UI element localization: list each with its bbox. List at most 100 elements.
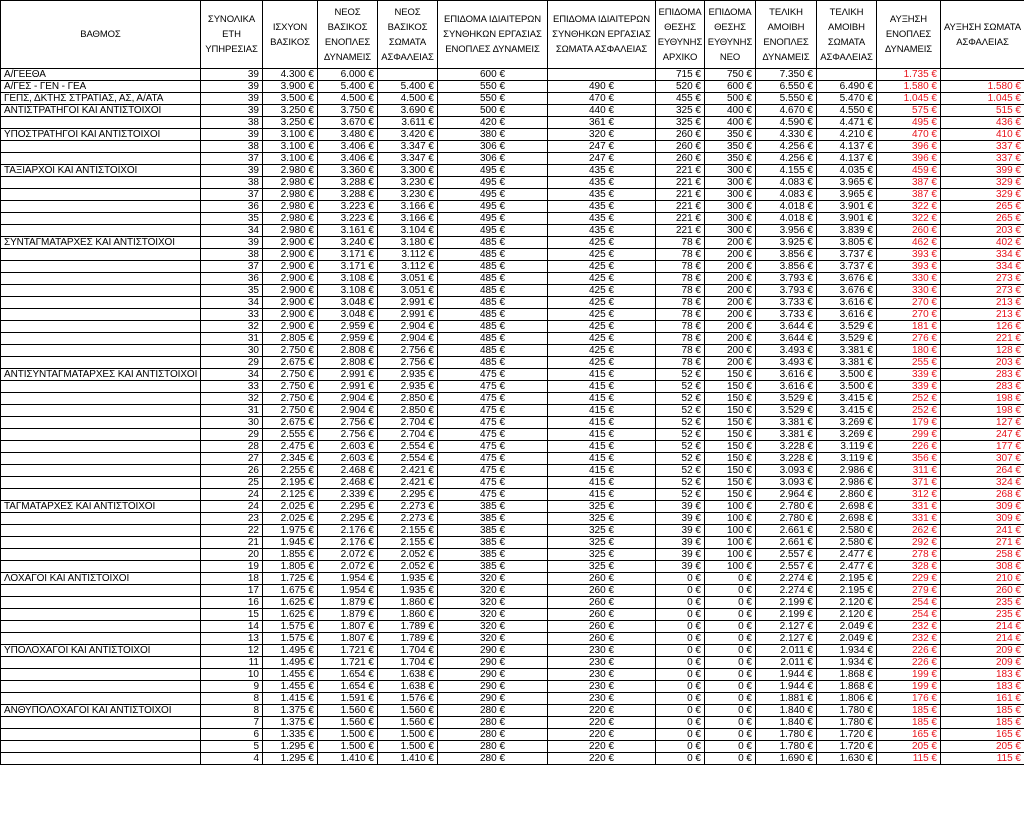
cell-special-conditions-armed-forces: 385 € [437,560,548,573]
cell-current-basic: 1.625 € [262,596,318,609]
cell-final-pay-security-corps: 3.616 € [816,296,877,309]
cell-current-basic: 1.455 € [262,680,318,693]
cell-position-allowance-new: 200 € [704,272,756,285]
cell-increase-armed-forces: 255 € [876,356,941,369]
cell-total-years: 39 [200,164,263,177]
cell-special-conditions-armed-forces: 280 € [437,752,548,765]
cell-position-allowance-new: 200 € [704,284,756,297]
cell-grade [0,692,201,705]
cell-increase-armed-forces: 185 € [876,716,941,729]
cell-position-allowance-initial: 260 € [655,128,705,141]
cell-increase-armed-forces: 252 € [876,404,941,417]
cell-increase-security-corps: 410 € [940,128,1024,141]
cell-total-years: 6 [200,728,263,741]
cell-special-conditions-security-corps: 325 € [547,524,656,537]
cell-final-pay-security-corps: 1.806 € [816,692,877,705]
cell-new-basic-security-corps: 1.935 € [377,584,438,597]
cell-new-basic-security-corps: 3.230 € [377,176,438,189]
cell-special-conditions-security-corps: 415 € [547,464,656,477]
cell-special-conditions-security-corps: 435 € [547,176,656,189]
cell-special-conditions-security-corps: 435 € [547,224,656,237]
cell-final-pay-armed-forces: 3.381 € [755,428,817,441]
cell-position-allowance-initial: 0 € [655,572,705,585]
cell-final-pay-armed-forces: 3.529 € [755,392,817,405]
table-row: 34 2.980 €3.161 €3.104 €495 €435 €221 €30… [0,224,1024,237]
table-row: 31 2.805 €2.959 €2.904 €485 €425 €78 €200… [0,332,1024,345]
cell-final-pay-armed-forces: 2.661 € [755,524,817,537]
table-row: 24 2.125 €2.339 €2.295 €475 €415 €52 €150… [0,488,1024,501]
cell-new-basic-armed-forces: 3.240 € [317,236,378,249]
cell-position-allowance-initial: 78 € [655,284,705,297]
cell-position-allowance-initial: 52 € [655,404,705,417]
cell-position-allowance-initial: 0 € [655,668,705,681]
cell-total-years: 38 [200,248,263,261]
cell-special-conditions-security-corps: 435 € [547,188,656,201]
cell-final-pay-armed-forces: 2.274 € [755,584,817,597]
cell-increase-security-corps: 273 € [940,284,1024,297]
cell-position-allowance-new: 200 € [704,236,756,249]
cell-total-years: 15 [200,608,263,621]
cell-increase-armed-forces: 393 € [876,260,941,273]
cell-increase-armed-forces: 232 € [876,620,941,633]
cell-increase-armed-forces: 575 € [876,104,941,117]
cell-increase-armed-forces: 1.045 € [876,92,941,105]
cell-total-years: 27 [200,452,263,465]
cell-total-years: 30 [200,344,263,357]
cell-grade: Α/ΓΕΕΘΑ [0,68,201,81]
cell-special-conditions-armed-forces: 385 € [437,512,548,525]
cell-special-conditions-armed-forces: 320 € [437,632,548,645]
cell-grade [0,728,201,741]
cell-position-allowance-new: 300 € [704,212,756,225]
cell-current-basic: 1.295 € [262,740,318,753]
cell-final-pay-security-corps: 3.737 € [816,260,877,273]
cell-final-pay-security-corps: 3.901 € [816,200,877,213]
cell-total-years: 12 [200,644,263,657]
cell-final-pay-security-corps: 3.415 € [816,404,877,417]
cell-current-basic: 2.750 € [262,380,318,393]
cell-special-conditions-armed-forces: 485 € [437,272,548,285]
cell-new-basic-armed-forces: 1.410 € [317,752,378,765]
cell-total-years: 16 [200,596,263,609]
cell-grade [0,488,201,501]
cell-total-years: 4 [200,752,263,765]
cell-total-years: 9 [200,680,263,693]
cell-special-conditions-armed-forces: 550 € [437,80,548,93]
cell-new-basic-armed-forces: 2.904 € [317,404,378,417]
cell-grade [0,452,201,465]
cell-position-allowance-initial: 39 € [655,512,705,525]
cell-increase-security-corps: 198 € [940,392,1024,405]
cell-new-basic-security-corps: 1.704 € [377,656,438,669]
cell-new-basic-armed-forces: 6.000 € [317,68,378,81]
cell-position-allowance-initial: 78 € [655,296,705,309]
cell-position-allowance-new: 350 € [704,140,756,153]
table-row: ΤΑΞΙΑΡΧΟΙ ΚΑΙ ΑΝΤΙΣΤΟΙΧΟΙ 39 2.980 €3.360 … [0,164,1024,177]
cell-increase-security-corps: 329 € [940,188,1024,201]
cell-final-pay-security-corps: 1.868 € [816,680,877,693]
cell-new-basic-security-corps: 2.935 € [377,380,438,393]
cell-grade: ΑΝΘΥΠΟΛΟΧΑΓΟΙ ΚΑΙ ΑΝΤΙΣΤΟΙΧΟΙ [0,704,201,717]
cell-new-basic-armed-forces: 1.954 € [317,572,378,585]
cell-increase-armed-forces: 322 € [876,200,941,213]
cell-final-pay-security-corps: 3.269 € [816,416,877,429]
cell-position-allowance-initial: 78 € [655,260,705,273]
cell-final-pay-security-corps: 4.550 € [816,104,877,117]
cell-position-allowance-new: 750 € [704,68,756,81]
cell-final-pay-armed-forces: 2.964 € [755,488,817,501]
cell-grade [0,428,201,441]
cell-final-pay-armed-forces: 3.616 € [755,368,817,381]
cell-special-conditions-security-corps: 425 € [547,308,656,321]
cell-new-basic-armed-forces: 3.750 € [317,104,378,117]
cell-grade [0,536,201,549]
cell-special-conditions-security-corps: 260 € [547,608,656,621]
table-row: Α/ΓΕΣ - ΓΕΝ - ΓΕΑ 39 3.900 €5.400 €5.400 €… [0,80,1024,93]
cell-special-conditions-security-corps: 260 € [547,632,656,645]
cell-final-pay-security-corps: 3.965 € [816,188,877,201]
cell-increase-security-corps: 209 € [940,656,1024,669]
cell-special-conditions-security-corps: 415 € [547,380,656,393]
cell-final-pay-armed-forces: 3.733 € [755,296,817,309]
cell-special-conditions-security-corps: 325 € [547,560,656,573]
cell-current-basic: 1.335 € [262,728,318,741]
cell-total-years: 5 [200,740,263,753]
cell-special-conditions-armed-forces: 290 € [437,680,548,693]
cell-position-allowance-new: 0 € [704,728,756,741]
